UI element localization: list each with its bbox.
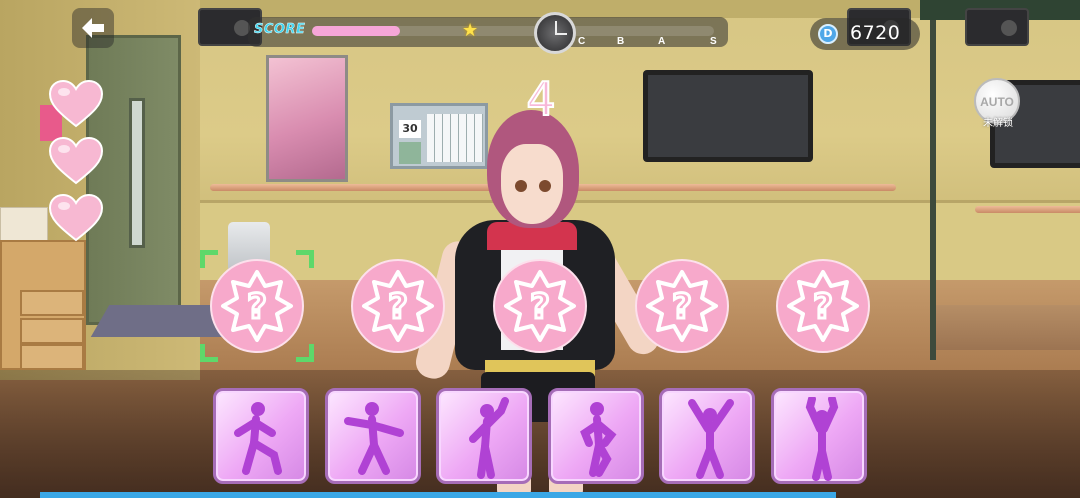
mirror-floor-reflection	[930, 305, 1080, 350]
svg-text:?: ?	[388, 287, 408, 327]
question-badge-icon: ?	[210, 259, 304, 353]
dance-pose-arms-v-icon	[688, 399, 734, 479]
move-slot-1[interactable]: ?	[209, 258, 305, 354]
rank-b: B	[617, 36, 625, 47]
score-fill	[312, 26, 401, 36]
back-arrow-icon	[82, 18, 104, 38]
rank-c: C	[578, 36, 586, 47]
heart-icon	[48, 79, 104, 128]
question-badge-icon: ?	[351, 259, 445, 353]
svg-text:?: ?	[672, 287, 692, 327]
rank-s: S	[710, 36, 717, 47]
wall-tv	[643, 70, 813, 162]
dance-pose-point-up-icon	[469, 397, 509, 479]
score-track: ★	[312, 20, 714, 41]
move-button-5[interactable]	[659, 388, 755, 484]
calendar-day: 30	[399, 120, 421, 138]
star-icon: ★	[462, 20, 479, 41]
currency-display: D 6720	[810, 18, 920, 50]
door-window	[129, 98, 145, 248]
move-slot-3[interactable]: ?	[492, 258, 588, 354]
drawer-cabinet	[0, 240, 86, 370]
round-progress-bar	[40, 492, 836, 498]
move-button-3[interactable]	[436, 388, 532, 484]
move-button-2[interactable]	[325, 388, 421, 484]
auto-locked-label: 未解锁	[983, 118, 1013, 129]
speaker-right	[965, 8, 1029, 46]
dance-pose-arms-up-icon	[805, 397, 839, 481]
move-slot-5[interactable]: ?	[775, 258, 871, 354]
question-badge-icon: ?	[776, 259, 870, 353]
question-badge-icon: ?	[635, 259, 729, 353]
move-slot-2[interactable]: ?	[350, 258, 446, 354]
svg-text:?: ?	[247, 287, 267, 327]
score-bar: SCORE ★ C B A S	[248, 17, 728, 47]
coin-value: 6720	[850, 22, 901, 44]
back-button[interactable]	[72, 8, 114, 48]
move-button-6[interactable]	[771, 388, 867, 484]
ballet-barre-right	[975, 206, 1080, 213]
score-label: SCORE	[254, 22, 306, 37]
heart-icon	[48, 136, 104, 185]
dance-pose-kick-icon	[234, 402, 282, 475]
svg-text:?: ?	[813, 287, 833, 327]
dance-pose-hand-hip-icon	[580, 402, 617, 477]
coin-icon: D	[818, 24, 838, 44]
move-slot-4[interactable]: ?	[634, 258, 730, 354]
rank-a: A	[658, 36, 666, 47]
storage-box	[0, 207, 48, 243]
question-badge-icon: ?	[493, 259, 587, 353]
heart-icon	[48, 193, 104, 242]
move-button-1[interactable]	[213, 388, 309, 484]
svg-text:?: ?	[530, 287, 550, 327]
dance-poster	[266, 55, 348, 182]
dance-pose-arms-out-icon	[344, 402, 404, 475]
support-pillar	[930, 20, 936, 360]
countdown-number: 4	[525, 71, 556, 127]
timer-clock-icon	[534, 12, 576, 54]
move-button-4[interactable]	[548, 388, 644, 484]
